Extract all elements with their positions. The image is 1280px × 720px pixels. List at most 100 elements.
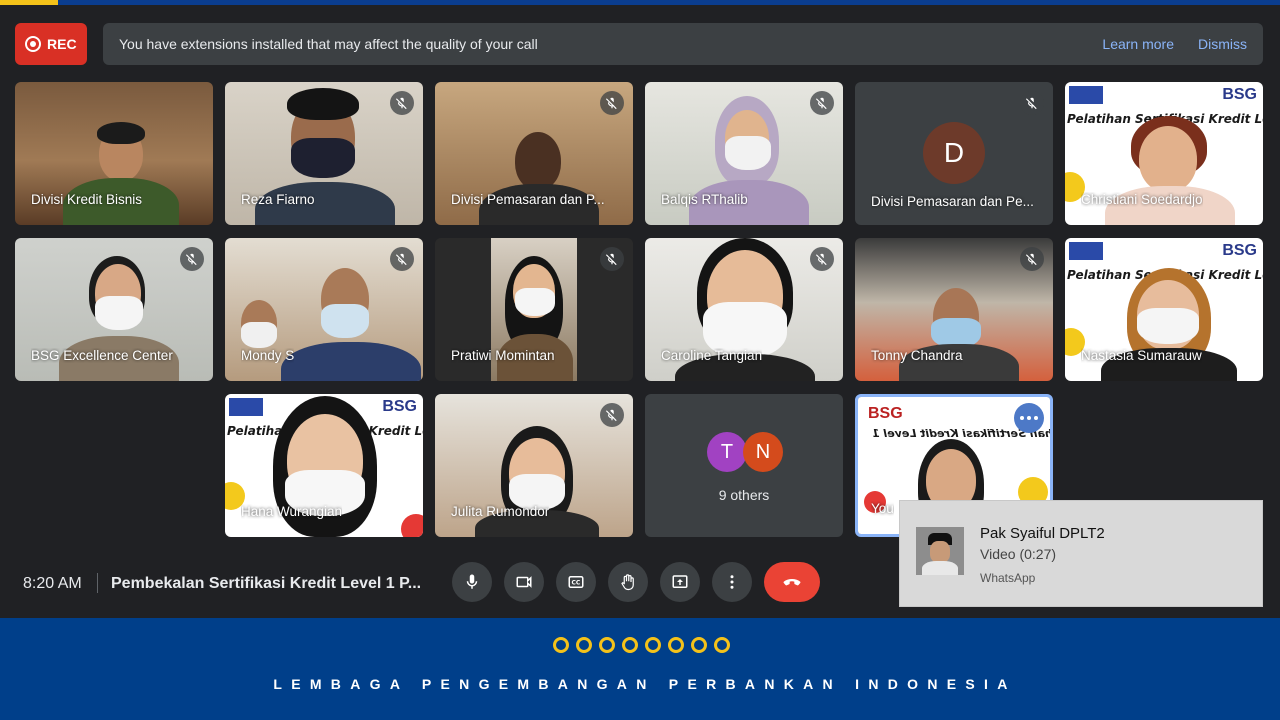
participant-tile[interactable]: Pratiwi Momintan <box>435 238 633 381</box>
participant-tile[interactable]: BSG Pelatihan Sertifikasi Kredit Level 1… <box>1065 238 1263 381</box>
face-mask <box>1137 308 1199 344</box>
face-mask <box>321 304 369 338</box>
others-avatar: N <box>743 432 783 472</box>
captions-icon: CC <box>568 576 584 588</box>
participant-name: Divisi Kredit Bisnis <box>31 192 143 207</box>
participant-name: Mondy S <box>241 348 295 363</box>
ring-icon <box>645 637 661 653</box>
participant-name: Christiani Soedardjo <box>1081 192 1203 207</box>
bsg-logo: BSG <box>382 398 417 415</box>
ring-icon <box>553 637 569 653</box>
ring-icon <box>668 637 684 653</box>
mic-off-icon <box>600 91 624 115</box>
present-button[interactable] <box>660 562 700 602</box>
others-tile[interactable]: T N 9 others <box>645 394 843 537</box>
camera-button[interactable] <box>504 562 544 602</box>
recording-label: REC <box>47 36 77 52</box>
face-mask <box>291 138 355 178</box>
participant-tile[interactable]: Caroline Tangian <box>645 238 843 381</box>
participant-name: BSG Excellence Center <box>31 348 173 363</box>
record-icon <box>25 36 41 52</box>
face-mask <box>725 136 771 170</box>
participant-tile[interactable]: Tonny Chandra <box>855 238 1053 381</box>
participant-name: Julita Rumondor <box>451 504 550 519</box>
mic-off-icon <box>1020 91 1044 115</box>
participant-body <box>281 342 421 381</box>
learn-more-link[interactable]: Learn more <box>1102 36 1174 52</box>
mic-button[interactable] <box>452 562 492 602</box>
mic-off-icon <box>600 403 624 427</box>
participant-name: Divisi Pemasaran dan Pe... <box>871 194 1034 209</box>
participant-tile[interactable]: Reza Fiarno <box>225 82 423 225</box>
participant-tile[interactable]: Mondy S <box>225 238 423 381</box>
meeting-clock: 8:20 AM <box>23 575 82 592</box>
captions-button[interactable]: CC <box>556 562 596 602</box>
dismiss-button[interactable]: Dismiss <box>1198 36 1247 52</box>
ring-icon <box>714 637 730 653</box>
participant-name: Balqis RThalib <box>661 192 748 207</box>
participant-name: Caroline Tangian <box>661 348 763 363</box>
participant-tile[interactable]: Balqis RThalib <box>645 82 843 225</box>
ring-icon <box>576 637 592 653</box>
participant-tile[interactable]: Divisi Kredit Bisnis <box>15 82 213 225</box>
sender-avatar <box>916 527 964 575</box>
participant-avatar: D <box>923 122 985 184</box>
mic-off-icon <box>810 91 834 115</box>
whatsapp-notification[interactable]: Pak Syaiful DPLT2 Video (0:27) WhatsApp <box>899 500 1263 607</box>
end-call-button[interactable] <box>764 562 820 602</box>
mic-off-icon <box>600 247 624 271</box>
banner-message: You have extensions installed that may a… <box>119 36 538 52</box>
participant-tile[interactable]: D Divisi Pemasaran dan Pe... <box>855 82 1053 225</box>
notification-sender: Pak Syaiful DPLT2 <box>980 525 1105 542</box>
others-avatar: T <box>707 432 747 472</box>
mic-off-icon <box>390 247 414 271</box>
mic-off-icon <box>390 91 414 115</box>
ring-icon <box>622 637 638 653</box>
present-icon <box>672 575 688 588</box>
bsg-logo: BSG <box>868 405 903 422</box>
participant-name: Nastasia Sumarauw <box>1081 348 1202 363</box>
footer-banner: LEMBAGA PENGEMBANGAN PERBANKAN INDONESIA <box>0 618 1280 720</box>
participant-video <box>515 132 561 190</box>
raise-hand-icon <box>621 574 634 591</box>
more-options-button[interactable] <box>712 562 752 602</box>
extensions-warning-banner: You have extensions installed that may a… <box>103 23 1263 65</box>
participant-tile[interactable]: BSG Pelatihan Sertifikasi Kredit Level 1… <box>225 394 423 537</box>
mic-off-icon <box>1020 247 1044 271</box>
participant-tile[interactable]: BSG Pelatihan Sertifikasi Kredit Level 1… <box>1065 82 1263 225</box>
lppi-logo-icon <box>229 398 263 416</box>
bsg-logo: BSG <box>1222 242 1257 259</box>
participant-name: Pratiwi Momintan <box>451 348 555 363</box>
mic-off-icon <box>810 247 834 271</box>
svg-text:CC: CC <box>572 580 581 587</box>
face-mask <box>515 288 555 316</box>
more-icon <box>730 575 734 589</box>
others-count: 9 others <box>718 487 770 503</box>
mic-off-icon <box>180 247 204 271</box>
participant-tile[interactable]: Divisi Pemasaran dan P... <box>435 82 633 225</box>
face-mask <box>241 322 277 348</box>
notification-message: Video (0:27) <box>980 546 1057 562</box>
recording-indicator[interactable]: REC <box>15 23 87 65</box>
participant-video <box>1139 126 1197 192</box>
ring-icon <box>599 637 615 653</box>
notification-app: WhatsApp <box>980 571 1036 585</box>
lppi-logo-icon <box>1069 86 1103 104</box>
face-mask <box>95 296 143 330</box>
raise-hand-button[interactable] <box>608 562 648 602</box>
divider <box>97 573 98 593</box>
bsg-logo: BSG <box>1222 86 1257 103</box>
participant-name: Divisi Pemasaran dan P... <box>451 192 605 207</box>
participant-tile[interactable]: Julita Rumondor <box>435 394 633 537</box>
participant-tile[interactable]: BSG Excellence Center <box>15 238 213 381</box>
mic-icon <box>466 574 478 589</box>
participant-hair <box>97 122 145 144</box>
organization-name: LEMBAGA PENGEMBANGAN PERBANKAN INDONESIA <box>273 676 1017 692</box>
more-options-icon[interactable] <box>1014 403 1044 433</box>
participant-hair <box>287 88 359 120</box>
participant-name: Reza Fiarno <box>241 192 315 207</box>
meeting-title[interactable]: Pembekalan Sertifikasi Kredit Level 1 P.… <box>111 575 421 593</box>
participant-name: You <box>871 501 894 516</box>
participant-name: Tonny Chandra <box>871 348 963 363</box>
footer-rings <box>553 637 730 653</box>
